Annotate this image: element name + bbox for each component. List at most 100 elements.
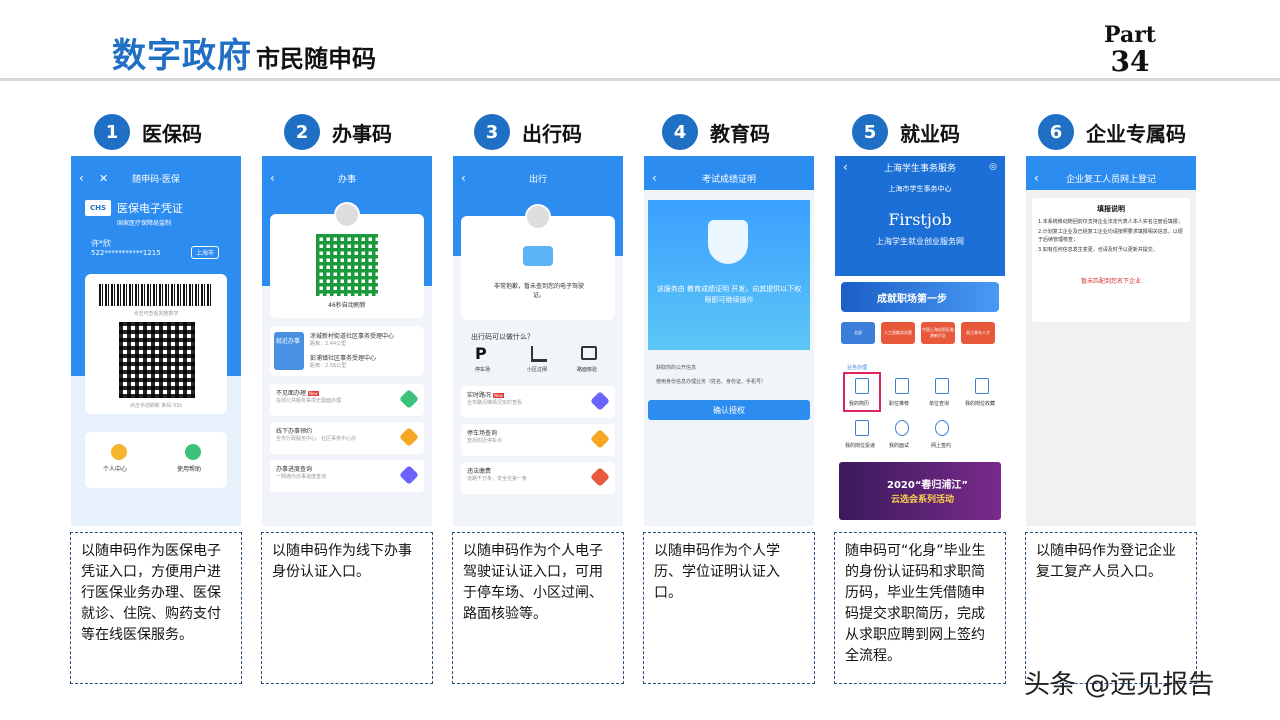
back-icon[interactable]: ‹ (270, 171, 275, 185)
nav-bar: ‹ 办事 (262, 166, 432, 190)
back-icon[interactable]: ‹ (1034, 171, 1039, 185)
tile-all[interactable]: 全部 (841, 322, 875, 344)
list-item[interactable]: 办事进度查询 一网通办办事进度查询 (270, 460, 424, 492)
back-icon[interactable]: ‹ (843, 160, 848, 174)
center-name-1[interactable]: 凉城新村街道社区事务受理中心 (310, 331, 394, 340)
phone-screenshot-affairs: ‹ 办事 46秒自动刷新 就近办事 凉城新村街道社区事务受理中心 距离：2.44… (262, 156, 432, 526)
column-label: 就业码 (900, 121, 960, 146)
back-icon[interactable]: ‹ (79, 171, 84, 185)
number-badge: 3 (474, 114, 510, 150)
list-item[interactable]: 不见面办理 New 在线公共服务事项无需面办理 (270, 384, 424, 416)
license-icon (523, 246, 553, 266)
barcode-hint: 点击可查看完整数字 (133, 311, 179, 317)
user-icon[interactable] (111, 444, 127, 460)
column-header-6: 6 企业专属码 (1038, 112, 1186, 152)
grid-item-interview[interactable]: 我的面试 (889, 442, 909, 449)
number-badge: 2 (284, 114, 320, 150)
confirm-auth-button[interactable]: 确认授权 (648, 400, 810, 420)
number-badge: 1 (94, 114, 130, 150)
new-tag: New (307, 391, 319, 396)
avatar (525, 204, 551, 230)
section-question: 出行码可以做什么？ (471, 333, 534, 341)
nav-bar: ‹ ✕ 随申码·医保 (71, 166, 241, 190)
job-recommend-icon (895, 378, 909, 394)
close-icon[interactable]: ✕ (99, 172, 108, 185)
gate-label[interactable]: 小区过闸 (527, 366, 547, 373)
tile-zhejiang[interactable]: 浙江青年人才 (961, 322, 995, 344)
status-bar (644, 156, 814, 166)
target-icon[interactable]: ◎ (989, 162, 997, 172)
parking-icon: P (475, 344, 487, 363)
holder-name: 许*欣 (91, 239, 111, 248)
nav-bar: ‹ 上海学生事务服务 ◎ (835, 156, 1005, 178)
section-title: 业务办理 (847, 365, 868, 371)
phone-screenshot-employment: ‹ 上海学生事务服务 ◎ 上海市学生事务中心 Firstjob 上海学生就业创业… (835, 156, 1005, 526)
phone-screenshot-travel: ‹ 出行 非常抱歉，暂未查到您的电子驾驶证。 出行码可以做什么？ P 停车场 小… (453, 156, 623, 526)
help-icon[interactable] (185, 444, 201, 460)
grid-item-favorite[interactable]: 我的岗位收藏 (965, 400, 995, 407)
number-badge: 4 (662, 114, 698, 150)
status-bar (262, 156, 432, 166)
grid-item-delivery[interactable]: 我的岗位投递 (845, 442, 875, 449)
promo-banner[interactable]: 成就职场第一步 (841, 282, 999, 312)
instruction-2: 2.计划复工企业及已经复工企业均请按照要求填报相关信息，以便于后续管理核查； (1038, 229, 1183, 243)
card-subtitle: 国家医疗保障局监制 (117, 220, 172, 227)
nav-title: 考试成绩证明 (701, 174, 756, 185)
phone-screenshot-enterprise: ‹ 企业复工人员网上登记 填报说明 1.本系统移动随回前仅支持企业法定代表人本人… (1026, 156, 1196, 526)
grid-item-resume[interactable]: 我的简历 (849, 400, 869, 407)
column-header-5: 5 就业码 (852, 112, 960, 152)
tile-ai[interactable]: 人工智能实训营 (881, 322, 915, 344)
city-badge: 上海市 (191, 246, 220, 259)
refresh-hint[interactable]: 点击手动刷新 条码 53s (85, 402, 227, 409)
qr-code[interactable] (316, 234, 378, 296)
back-icon[interactable]: ‹ (652, 171, 657, 185)
resume-icon (855, 378, 869, 394)
nav-bar: ‹ 考试成绩证明 (644, 166, 814, 190)
column-label: 医保码 (142, 121, 202, 146)
center-name-2[interactable]: 彭浦镇社区事务受理中心 (310, 353, 376, 362)
page-title: 数字政府 市民随申码 (112, 28, 376, 77)
personal-center-button[interactable]: 个人中心 (103, 464, 127, 473)
help-button[interactable]: 使用帮助 (177, 464, 201, 473)
list-item[interactable]: 实时路况 New 全市路况维情况实时查看 (461, 386, 615, 418)
code-card: 46秒自动刷新 (270, 202, 424, 318)
license-notice: 非常抱歉，暂未查到您的电子驾驶证。 (493, 283, 584, 299)
back-icon[interactable]: ‹ (461, 171, 466, 185)
item-subtitle: 全市路况维情况实时查看 (467, 400, 523, 406)
part-label: Part 34 (1104, 24, 1156, 76)
description-3: 以随申码作为个人电子驾驶证认证入口，可用于停车场、小区过闸、路面核验等。 (452, 532, 624, 684)
list-item[interactable]: 停车场查询 查找附近停车点 (461, 424, 615, 456)
permission-2: 使用身份信息办理业务（姓名、身份证、手机号） (656, 379, 767, 385)
action-card: 个人中心 使用帮助 (85, 432, 227, 488)
item-title: 线下办事预约 (276, 428, 313, 435)
check-label[interactable]: 路面核验 (577, 366, 597, 373)
list-item[interactable]: 线下办事预约 全市行政服务中心、社区事务中心办 (270, 422, 424, 454)
tile-lingang[interactable]: 中国上海自贸区临港新片区 (921, 322, 955, 344)
qr-code[interactable] (119, 322, 195, 398)
barcode[interactable] (99, 284, 213, 306)
instructions-heading: 填报说明 (1097, 205, 1125, 213)
parking-label[interactable]: 停车场 (475, 366, 490, 373)
description-2: 以随申码作为线下办事身份认证入口。 (261, 532, 433, 684)
nav-bar: ‹ 出行 (453, 166, 623, 190)
check-icon (581, 346, 597, 360)
phone-screenshot-medical: ‹ ✕ 随申码·医保 CHS 医保电子凭证 国家医疗保障局监制 许*欣 522*… (71, 156, 241, 526)
grid-item-company[interactable]: 单位查询 (929, 400, 949, 407)
brand-logo: Firstjob (888, 210, 952, 229)
title-main: 数字政府 (112, 36, 252, 76)
list-item[interactable]: 违法缴费 道路千万条，安全在第一条 (461, 462, 615, 494)
item-title: 办事进度查询 (276, 466, 313, 473)
grid-item-recommend[interactable]: 职位推荐 (889, 400, 909, 407)
number-badge: 5 (852, 114, 888, 150)
part-word: Part (1104, 22, 1156, 48)
gate-icon (531, 346, 547, 362)
avatar (334, 202, 360, 228)
part-number: 34 (1110, 45, 1150, 78)
grid-item-sign[interactable]: 网上签约 (931, 442, 951, 449)
license-card: 非常抱歉，暂未查到您的电子驾驶证。 (461, 204, 615, 320)
column-header-3: 3 出行码 (474, 112, 582, 152)
nav-title: 上海学生事务服务 (883, 163, 956, 174)
delivery-icon (855, 420, 869, 436)
column-label: 企业专属码 (1086, 121, 1186, 146)
event-banner[interactable]: 2020“春归浦江” 云选会系列活动 (839, 462, 1001, 520)
